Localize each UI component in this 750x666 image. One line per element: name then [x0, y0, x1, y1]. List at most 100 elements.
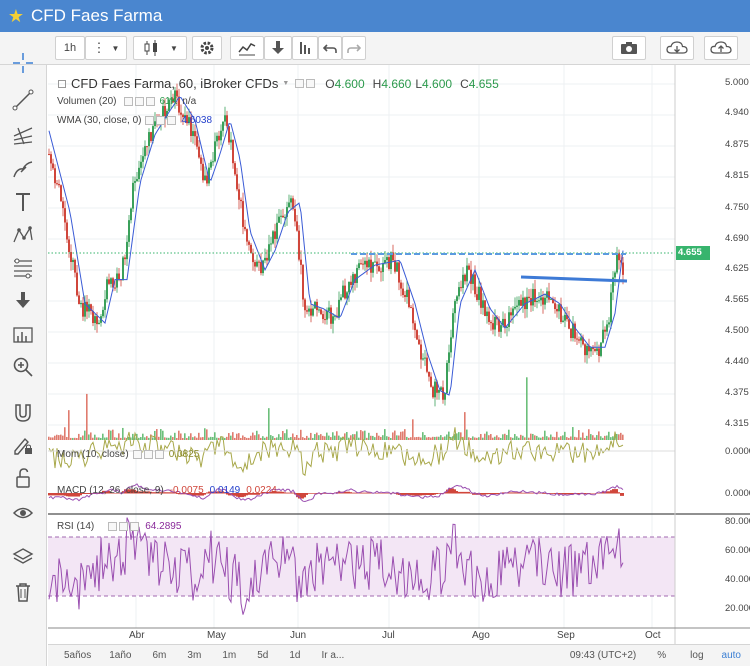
snapshot-button[interactable]	[612, 36, 646, 60]
magnet-tool[interactable]	[6, 398, 40, 428]
price-axis-label: 4.440	[725, 356, 749, 367]
macd-bar	[568, 493, 570, 495]
visibility-toggle-icon[interactable]	[145, 116, 155, 125]
macd-bar	[530, 492, 532, 494]
macd-bar	[496, 493, 498, 495]
lock-tool[interactable]	[6, 463, 40, 493]
trendline-tool[interactable]	[6, 85, 40, 115]
zoom-tool[interactable]	[6, 352, 40, 382]
range-5d-button[interactable]: 5d	[245, 650, 277, 661]
chart-type-button[interactable]: ▼	[133, 36, 187, 60]
volume-bar	[182, 437, 184, 440]
candle-body	[194, 131, 196, 137]
compare-button[interactable]	[292, 36, 318, 60]
interval-button[interactable]: 1h	[55, 36, 85, 60]
undo-button[interactable]	[318, 36, 342, 60]
indicators-button[interactable]	[230, 36, 264, 60]
goto-date-button[interactable]: Ir a...	[309, 650, 353, 661]
settings-button[interactable]	[192, 36, 222, 60]
close-icon[interactable]	[146, 97, 156, 106]
chevron-down-icon[interactable]: ▼	[282, 80, 289, 87]
macd-bar	[608, 491, 610, 494]
settings-toggle-icon[interactable]	[135, 97, 145, 106]
settings-toggle-icon[interactable]	[306, 79, 316, 88]
settings-toggle-icon[interactable]	[156, 116, 166, 125]
pitchfork-tool[interactable]	[6, 120, 40, 150]
candle-body	[594, 349, 596, 351]
wma-legend[interactable]: WMA (30, close, 0) 4.6038	[57, 115, 212, 126]
candle-body	[324, 319, 326, 321]
candle-body	[366, 260, 368, 268]
volume-bar	[108, 429, 110, 440]
volume-bar	[552, 436, 554, 440]
close-icon[interactable]	[130, 522, 140, 531]
range-1y-button[interactable]: 1año	[100, 650, 140, 661]
brush-tool[interactable]	[6, 154, 40, 184]
close-icon[interactable]	[167, 116, 177, 125]
range-5y-button[interactable]: 5años	[48, 650, 100, 661]
range-6m-button[interactable]: 6m	[141, 650, 176, 661]
close-icon[interactable]	[154, 450, 164, 459]
settings-toggle-icon[interactable]	[119, 522, 129, 531]
volume-bar	[316, 432, 318, 440]
candle-body	[412, 307, 414, 324]
volume-bar	[306, 435, 308, 440]
volume-bar	[526, 377, 528, 440]
macd-legend[interactable]: MACD (12, 26, close, 9) -0.0075 0.0149 0…	[57, 485, 277, 496]
main-legend[interactable]: CFD Faes Farma, 60, iBroker CFDs ▼ O 4.60…	[58, 76, 499, 91]
volume-bar	[94, 434, 96, 440]
range-1m-button[interactable]: 1m	[210, 650, 245, 661]
candle-body	[220, 130, 222, 141]
star-icon[interactable]: ★	[5, 6, 27, 27]
time-axis-label: Sep	[557, 630, 575, 641]
interval-dropdown[interactable]: ⋮ ▼	[85, 36, 127, 60]
volume-bar	[338, 435, 340, 440]
ruler-icon	[13, 327, 33, 343]
stay-drawing-tool[interactable]	[6, 430, 40, 460]
percent-toggle[interactable]: %	[648, 650, 675, 661]
arrow-tool[interactable]	[6, 285, 40, 315]
log-toggle[interactable]: log	[681, 650, 712, 661]
fib-tool[interactable]	[6, 253, 40, 283]
gear-icon	[200, 41, 214, 55]
price-axis-label: 4.690	[725, 233, 749, 244]
rsi-legend[interactable]: RSI (14) 64.2895	[57, 521, 181, 532]
text-tool[interactable]	[6, 187, 40, 217]
candle-body	[218, 135, 220, 141]
auto-toggle[interactable]: auto	[713, 650, 750, 661]
download-button[interactable]	[264, 36, 292, 60]
cloud-load-button[interactable]	[660, 36, 694, 60]
delete-tool[interactable]	[6, 577, 40, 607]
macd-bar	[514, 492, 516, 494]
volume-bar	[102, 433, 104, 440]
candle-body	[260, 262, 262, 274]
measure-tool[interactable]	[6, 320, 40, 350]
visibility-toggle-icon[interactable]	[108, 522, 118, 531]
chart-area[interactable]: CFD Faes Farma, 60, iBroker CFDs ▼ O 4.60…	[48, 65, 750, 666]
volume-bar	[500, 437, 502, 440]
mom-legend[interactable]: Mom (10, close) 0.0825	[57, 449, 199, 460]
visibility-toggle-icon[interactable]	[295, 79, 305, 88]
layers-tool[interactable]	[6, 542, 40, 572]
rsi-axis-label: 60.0000	[725, 545, 750, 556]
chart-canvas[interactable]	[48, 65, 750, 644]
visibility-toggle-icon[interactable]	[132, 450, 142, 459]
cloud-save-button[interactable]	[704, 36, 738, 60]
volume-legend[interactable]: Volumen (20) 61K n/a	[57, 96, 196, 107]
settings-toggle-icon[interactable]	[143, 450, 153, 459]
pattern-tool[interactable]	[6, 220, 40, 250]
range-1d-button[interactable]: 1d	[277, 650, 309, 661]
visibility-toggle-icon[interactable]	[124, 97, 134, 106]
candle-body	[248, 241, 250, 245]
bottom-bar: 5años 1año 6m 3m 1m 5d 1d Ir a... 09:43 …	[48, 644, 750, 666]
volume-bar	[160, 429, 162, 440]
candle-body	[296, 221, 298, 231]
volume-bar	[144, 437, 146, 440]
volume-bar	[276, 437, 278, 440]
candle-body	[494, 317, 496, 330]
visibility-tool[interactable]	[6, 498, 40, 528]
redo-button[interactable]	[342, 36, 366, 60]
crosshair-tool[interactable]	[6, 48, 40, 78]
trend-line[interactable]	[520, 275, 628, 283]
range-3m-button[interactable]: 3m	[175, 650, 210, 661]
